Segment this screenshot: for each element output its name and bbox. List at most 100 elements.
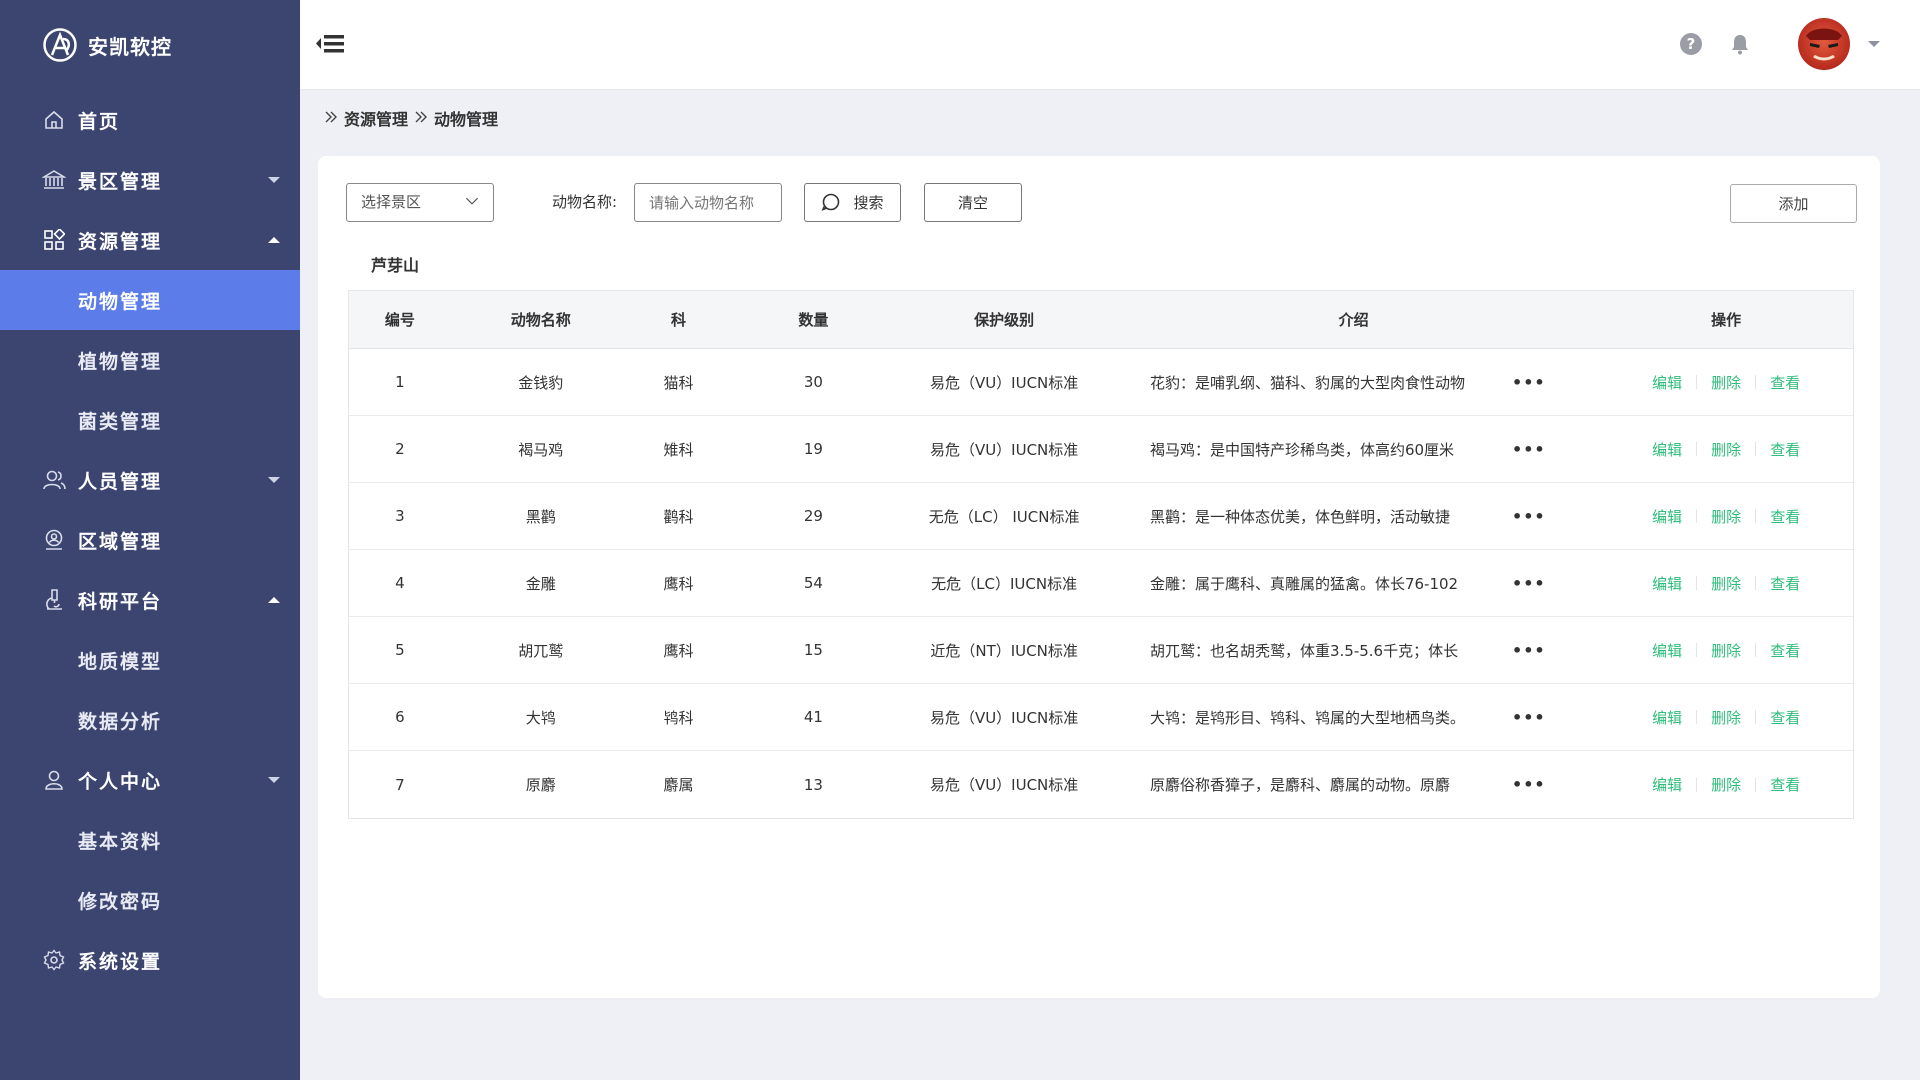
more-icon[interactable]: ••• <box>1512 641 1546 660</box>
clear-button[interactable]: 清空 <box>924 183 1022 222</box>
more-icon[interactable]: ••• <box>1512 574 1546 593</box>
chevron-down-icon <box>268 177 280 183</box>
table-row: 7 原麝 麝属 13 易危（VU）IUCN标准 原麝俗称香獐子，是麝科、麝属的动… <box>349 751 1853 818</box>
cell-protection-level: 无危（LC）IUCN标准 <box>931 574 1078 593</box>
cell-name: 金雕 <box>525 574 556 593</box>
sidebar-item-geo-model[interactable]: 地质模型 <box>0 630 300 690</box>
edit-link[interactable]: 编辑 <box>1638 506 1696 527</box>
delete-link[interactable]: 删除 <box>1697 573 1755 594</box>
sidebar-item-fungi[interactable]: 菌类管理 <box>0 390 300 450</box>
cell-quantity: 54 <box>803 574 823 592</box>
column-header: 介绍 <box>1338 311 1369 329</box>
cell-intro: 原麝俗称香獐子，是麝科、麝属的动物。原麝 ••• <box>1108 751 1599 818</box>
view-link[interactable]: 查看 <box>1756 640 1814 661</box>
sidebar-item-change-password[interactable]: 修改密码 <box>0 870 300 930</box>
edit-link[interactable]: 编辑 <box>1638 640 1696 661</box>
sidebar-item-home[interactable]: 首页 <box>0 90 300 150</box>
view-link[interactable]: 查看 <box>1756 573 1814 594</box>
more-icon[interactable]: ••• <box>1512 373 1546 392</box>
search-icon <box>822 193 840 211</box>
filter-toolbar: 选择景区 动物名称: 搜索 清空 添加 <box>346 183 1880 223</box>
view-link[interactable]: 查看 <box>1756 439 1814 460</box>
sidebar-item-label: 数据分析 <box>78 710 163 733</box>
delete-link[interactable]: 删除 <box>1697 506 1755 527</box>
brand-logo[interactable]: 安凯软控 <box>0 0 300 90</box>
delete-link[interactable]: 删除 <box>1697 372 1755 393</box>
sidebar-item-staff[interactable]: 人员管理 <box>0 450 300 510</box>
cell-intro: 花豹：是哺乳纲、猫科、豹属的大型肉食性动物 ••• <box>1108 349 1599 415</box>
more-icon[interactable]: ••• <box>1512 708 1546 727</box>
table-row: 1 金钱豹 猫科 30 易危（VU）IUCN标准 花豹：是哺乳纲、猫科、豹属的大… <box>349 349 1853 416</box>
cell-quantity: 29 <box>803 507 823 525</box>
cell-protection-level: 近危（NT）IUCN标准 <box>930 641 1078 660</box>
sidebar-item-label: 修改密码 <box>78 890 163 913</box>
table-row: 5 胡兀鹫 鹰科 15 近危（NT）IUCN标准 胡兀鹫：也名胡秃鹫，体重3.5… <box>349 617 1853 684</box>
edit-link[interactable]: 编辑 <box>1638 439 1696 460</box>
add-button[interactable]: 添加 <box>1730 184 1857 223</box>
delete-link[interactable]: 删除 <box>1697 707 1755 728</box>
sidebar-item-research[interactable]: 科研平台 <box>0 570 300 630</box>
menu-toggle-icon[interactable] <box>314 30 346 58</box>
cell-id: 7 <box>395 775 405 794</box>
brand-name: 安凯软控 <box>88 34 172 59</box>
avatar[interactable] <box>1798 18 1850 70</box>
sidebar-item-scenic[interactable]: 景区管理 <box>0 150 300 210</box>
delete-link[interactable]: 删除 <box>1697 640 1755 661</box>
scenic-area-select[interactable]: 选择景区 <box>346 183 494 222</box>
sidebar-item-animals[interactable]: 动物管理 <box>0 270 300 330</box>
cell-intro: 胡兀鹫：也名胡秃鹫，体重3.5-5.6千克；体长 ••• <box>1108 617 1599 683</box>
delete-link[interactable]: 删除 <box>1697 439 1755 460</box>
cell-id: 5 <box>395 641 405 659</box>
animals-table: 编号 动物名称 科 数量 保护级别 介绍 操作 1 金钱豹 猫科 30 易危（V… <box>348 290 1854 819</box>
breadcrumb-item-resources[interactable]: 资源管理 <box>344 106 408 130</box>
help-icon[interactable]: ? <box>1680 33 1702 55</box>
chevron-down-icon <box>268 777 280 783</box>
view-link[interactable]: 查看 <box>1756 372 1814 393</box>
sidebar-item-resources[interactable]: 资源管理 <box>0 210 300 270</box>
search-button[interactable]: 搜索 <box>804 183 901 222</box>
sidebar-item-settings[interactable]: 系统设置 <box>0 930 300 990</box>
more-icon[interactable]: ••• <box>1512 775 1546 794</box>
view-link[interactable]: 查看 <box>1756 774 1814 795</box>
sidebar-item-profile[interactable]: 个人中心 <box>0 750 300 810</box>
cell-protection-level: 易危（VU）IUCN标准 <box>929 440 1079 459</box>
cell-family: 鹳科 <box>663 507 694 526</box>
bank-icon <box>42 168 66 192</box>
cell-quantity: 30 <box>803 373 823 391</box>
edit-link[interactable]: 编辑 <box>1638 573 1696 594</box>
edit-link[interactable]: 编辑 <box>1638 774 1696 795</box>
search-button-label: 搜索 <box>853 194 884 212</box>
microscope-icon <box>42 588 66 612</box>
sidebar-item-label: 区域管理 <box>78 530 163 553</box>
edit-link[interactable]: 编辑 <box>1638 707 1696 728</box>
cell-id: 6 <box>395 708 405 726</box>
sidebar-item-zones[interactable]: 区域管理 <box>0 510 300 570</box>
chevron-down-icon[interactable] <box>1868 41 1880 47</box>
sidebar-item-plants[interactable]: 植物管理 <box>0 330 300 390</box>
animal-name-input[interactable] <box>634 183 782 222</box>
sidebar: 安凯软控 首页 景区管理 资源管理 动物管理 植物管理 菌类管理 人员管理 区域… <box>0 0 300 1080</box>
chevron-down-icon <box>268 477 280 483</box>
user-icon <box>42 768 66 792</box>
view-link[interactable]: 查看 <box>1756 707 1814 728</box>
double-chevron-right-icon <box>414 109 428 128</box>
bell-icon[interactable] <box>1728 32 1752 56</box>
more-icon[interactable]: ••• <box>1512 507 1546 526</box>
cell-intro: 褐马鸡：是中国特产珍稀鸟类，体高约60厘米 ••• <box>1108 416 1599 482</box>
sidebar-item-label: 科研平台 <box>78 590 163 613</box>
sidebar-item-label: 植物管理 <box>78 350 163 373</box>
cell-id: 2 <box>395 440 405 458</box>
edit-link[interactable]: 编辑 <box>1638 372 1696 393</box>
more-icon[interactable]: ••• <box>1512 440 1546 459</box>
sidebar-item-data-analysis[interactable]: 数据分析 <box>0 690 300 750</box>
sidebar-item-basic-info[interactable]: 基本资料 <box>0 810 300 870</box>
cell-quantity: 19 <box>803 440 823 458</box>
view-link[interactable]: 查看 <box>1756 506 1814 527</box>
cell-protection-level: 易危（VU）IUCN标准 <box>929 373 1079 392</box>
sidebar-item-label: 菌类管理 <box>78 410 163 433</box>
sidebar-item-label: 系统设置 <box>78 950 163 973</box>
delete-link[interactable]: 删除 <box>1697 774 1755 795</box>
gear-icon <box>42 948 66 972</box>
cell-id: 3 <box>395 507 405 525</box>
intro-text: 花豹：是哺乳纲、猫科、豹属的大型肉食性动物 <box>1149 373 1465 392</box>
